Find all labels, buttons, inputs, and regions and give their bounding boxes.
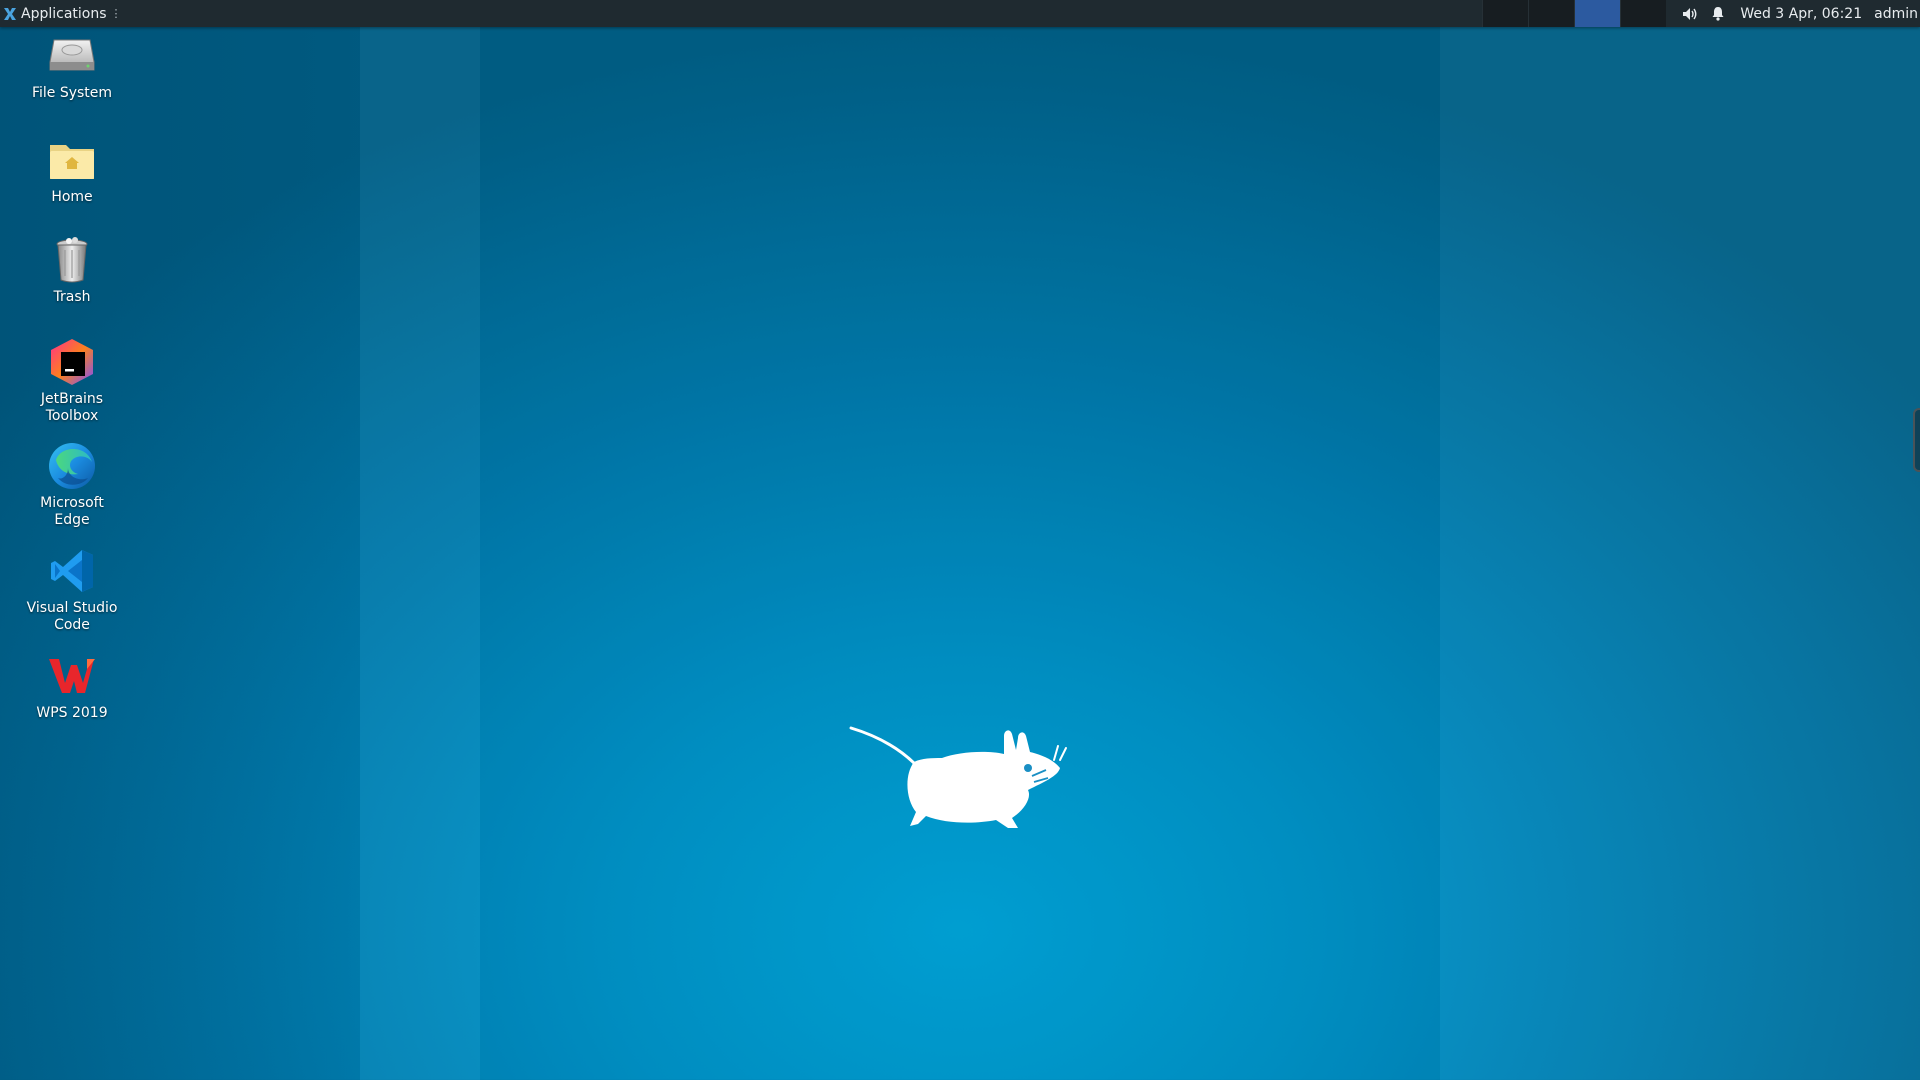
workspace-switcher [1482, 0, 1667, 27]
workspace-3[interactable] [1574, 0, 1621, 27]
notification-bell-icon[interactable] [1704, 0, 1732, 27]
handle-dots-icon: ⋮ [110, 7, 122, 20]
desktop-icon-label: Visual Studio Code [26, 600, 118, 633]
desktop-icon-microsoft-edge[interactable]: Microsoft Edge [22, 440, 122, 529]
applications-menu-button[interactable]: Applications ⋮ [0, 0, 126, 27]
wallpaper-band [480, 0, 1440, 1080]
desktop-icon-home[interactable]: Home [22, 134, 122, 206]
xfce-logo-icon [4, 7, 16, 20]
wps-icon [46, 650, 98, 702]
desktop-icon-trash[interactable]: Trash [22, 234, 122, 306]
panel-clock[interactable]: Wed 3 Apr, 06:21 [1732, 6, 1872, 22]
desktop-icon-label: File System [31, 85, 113, 101]
workspace-1[interactable] [1482, 0, 1529, 27]
desktop-icon-label: WPS 2019 [36, 705, 108, 721]
desktop-icon-file-system[interactable]: File System [22, 30, 122, 102]
desktop-icon-wps-2019[interactable]: WPS 2019 [22, 650, 122, 722]
desktop-icon-jetbrains-toolbox[interactable]: JetBrains Toolbox [22, 336, 122, 425]
workspace-2[interactable] [1528, 0, 1575, 27]
vscode-icon [46, 545, 98, 597]
desktop-icon-label: Microsoft Edge [40, 495, 104, 528]
edge-icon [46, 440, 98, 492]
trash-icon [46, 234, 98, 286]
wallpaper-band [1440, 0, 1920, 1080]
user-menu[interactable]: admin [1872, 6, 1920, 22]
workspace-4[interactable] [1620, 0, 1667, 27]
wallpaper-band [360, 0, 480, 1080]
desktop-icon-label: JetBrains Toolbox [40, 391, 104, 424]
desktop-icon-label: Trash [53, 289, 91, 305]
right-edge-handle[interactable] [1913, 408, 1920, 472]
applications-label: Applications [21, 5, 107, 22]
top-panel: Applications ⋮ Wed 3 Apr, 06:21 admin [0, 0, 1920, 27]
volume-icon[interactable] [1676, 0, 1704, 27]
desktop-icon-label: Home [51, 189, 93, 205]
drive-icon [46, 30, 98, 82]
jetbrains-toolbox-icon [46, 336, 98, 388]
desktop-icon-visual-studio-code[interactable]: Visual Studio Code [22, 545, 122, 634]
home-folder-icon [46, 134, 98, 186]
xfce-mouse-wallpaper-logo [849, 726, 1067, 828]
